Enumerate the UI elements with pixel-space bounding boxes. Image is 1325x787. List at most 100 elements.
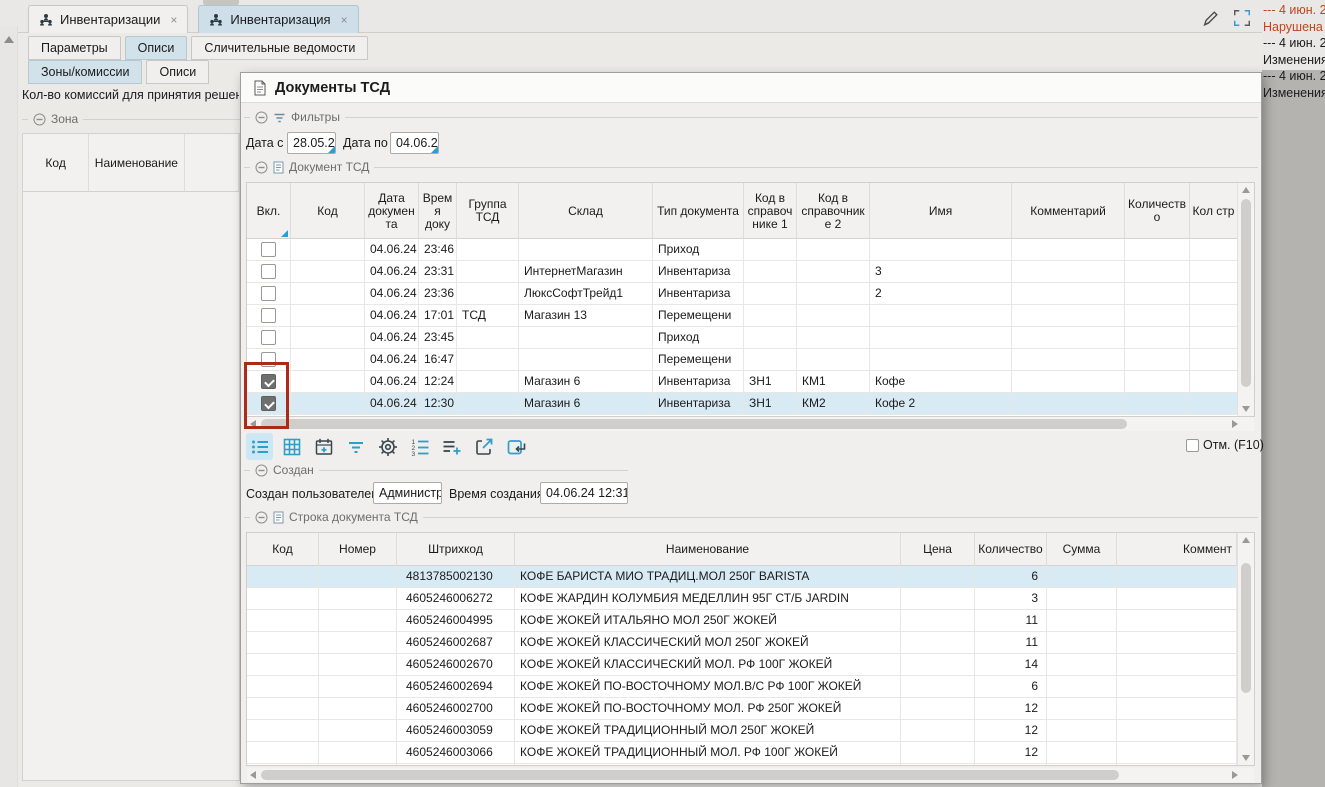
filter-icon[interactable]: [342, 433, 369, 460]
zone-table[interactable]: Код Наименование: [22, 133, 240, 781]
column-header[interactable]: Имя: [870, 183, 1012, 239]
column-header[interactable]: Время доку: [419, 183, 457, 239]
scroll-thumb[interactable]: [261, 770, 1119, 780]
row-checkbox[interactable]: [261, 330, 276, 345]
line-row[interactable]: 4605246002670КОФЕ ЖОКЕЙ КЛАССИЧЕСКИЙ МОЛ…: [247, 654, 1254, 676]
column-header[interactable]: [185, 134, 239, 191]
row-checkbox[interactable]: [261, 308, 276, 323]
sub-tab[interactable]: Описи: [125, 36, 188, 60]
lines-table[interactable]: КодНомерШтрихкодНаименованиеЦенаКоличест…: [246, 532, 1255, 766]
scroll-down-icon[interactable]: [1242, 406, 1250, 412]
scroll-up-icon[interactable]: [4, 36, 14, 43]
date-from-input[interactable]: 28.05.24: [287, 132, 336, 154]
row-checkbox[interactable]: [261, 242, 276, 257]
line-row[interactable]: 4605246006272КОФЕ ЖАРДИН КОЛУМБИЯ МЕДЕЛЛ…: [247, 588, 1254, 610]
column-header[interactable]: Наименование: [515, 533, 901, 566]
doc-row[interactable]: 04.06.2423:46Приход: [247, 239, 1254, 261]
column-header[interactable]: Код в справочнике 1: [744, 183, 797, 239]
gear-icon[interactable]: [374, 433, 401, 460]
row-checkbox[interactable]: [261, 286, 276, 301]
column-header[interactable]: Код в справочнике 2: [797, 183, 870, 239]
calendar-add-icon[interactable]: [310, 433, 337, 460]
sub-tab[interactable]: Описи: [146, 60, 209, 84]
grid-view-icon[interactable]: [278, 433, 305, 460]
list-add-icon[interactable]: [438, 433, 465, 460]
line-row[interactable]: 4605246003066КОФЕ ЖОКЕЙ ТРАДИЦИОННЫЙ МОЛ…: [247, 742, 1254, 764]
scroll-down-icon[interactable]: [1242, 755, 1250, 761]
scroll-thumb[interactable]: [261, 419, 1127, 429]
pencil-icon[interactable]: [1200, 7, 1222, 29]
column-header[interactable]: Количество: [975, 533, 1047, 566]
column-header[interactable]: Наименование: [89, 134, 184, 191]
scroll-up-icon[interactable]: [1242, 187, 1250, 193]
horizontal-scrollbar[interactable]: [247, 768, 1254, 782]
line-row[interactable]: 4605246002687КОФЕ ЖОКЕЙ КЛАССИЧЕСКИЙ МОЛ…: [247, 632, 1254, 654]
doc-row[interactable]: 04.06.2423:45Приход: [247, 327, 1254, 349]
scroll-right-icon[interactable]: [1232, 420, 1238, 428]
column-header[interactable]: Код: [291, 183, 365, 239]
expand-icon[interactable]: [1231, 7, 1253, 29]
collapse-icon[interactable]: [255, 111, 268, 124]
close-icon[interactable]: ×: [170, 13, 177, 27]
collapse-icon[interactable]: [255, 161, 268, 174]
line-row[interactable]: 4605246003059КОФЕ ЖОКЕЙ ТРАДИЦИОННЫЙ МОЛ…: [247, 720, 1254, 742]
column-header[interactable]: Кол стр: [1190, 183, 1238, 239]
sub-tab[interactable]: Зоны/комиссии: [28, 60, 142, 84]
column-header[interactable]: Комментарий: [1012, 183, 1125, 239]
line-row[interactable]: 8714599516959КОФЕ КАРТ НУАР РАСТВ 1.8Г C…: [247, 764, 1254, 766]
column-header[interactable]: Номер: [319, 533, 397, 566]
sub-tab[interactable]: Параметры: [28, 36, 121, 60]
cell: [1125, 371, 1190, 392]
horizontal-scrollbar[interactable]: [247, 417, 1254, 431]
doc-row[interactable]: 04.06.2417:01ТСДМагазин 13Перемещени: [247, 305, 1254, 327]
column-header[interactable]: Количество: [1125, 183, 1190, 239]
collapse-icon[interactable]: [33, 113, 46, 126]
left-scrollbar[interactable]: [0, 26, 18, 787]
document-tab[interactable]: Инвентаризация×: [198, 5, 358, 33]
column-header[interactable]: Группа ТСД: [457, 183, 519, 239]
column-header[interactable]: Сумма: [1047, 533, 1117, 566]
line-row[interactable]: 4605246002700КОФЕ ЖОКЕЙ ПО-ВОСТОЧНОМУ МО…: [247, 698, 1254, 720]
date-to-input[interactable]: 04.06.24: [390, 132, 439, 154]
line-row[interactable]: 4605246004995КОФЕ ЖОКЕЙ ИТАЛЬЯНО МОЛ 250…: [247, 610, 1254, 632]
column-header[interactable]: Код: [23, 134, 89, 191]
doc-row[interactable]: 04.06.2412:24Магазин 6ИнвентаризаЗН1КМ1К…: [247, 371, 1254, 393]
scroll-right-icon[interactable]: [1232, 771, 1238, 779]
line-row[interactable]: 4813785002130КОФЕ БАРИСТА МИО ТРАДИЦ.МОЛ…: [247, 566, 1254, 588]
vertical-scrollbar[interactable]: [1237, 183, 1254, 416]
marked-checkbox[interactable]: [1186, 439, 1199, 452]
open-external-icon[interactable]: [470, 433, 497, 460]
numbered-list-icon[interactable]: 123: [406, 433, 433, 460]
column-header[interactable]: Дата документа: [365, 183, 419, 239]
doc-row[interactable]: 04.06.2412:30Магазин 6ИнвентаризаЗН1КМ2К…: [247, 393, 1254, 415]
created-user-input[interactable]: Администра: [373, 482, 442, 504]
column-header[interactable]: Тип документа: [653, 183, 744, 239]
line-row[interactable]: 4605246002694КОФЕ ЖОКЕЙ ПО-ВОСТОЧНОМУ МО…: [247, 676, 1254, 698]
collapse-icon[interactable]: [255, 464, 268, 477]
list-view-icon[interactable]: [246, 433, 273, 460]
column-header[interactable]: Цена: [901, 533, 975, 566]
collapse-icon[interactable]: [255, 511, 268, 524]
doc-row[interactable]: 04.06.2416:47Перемещени: [247, 349, 1254, 371]
column-header[interactable]: Штрихкод: [397, 533, 515, 566]
row-checkbox[interactable]: [261, 264, 276, 279]
vertical-scrollbar[interactable]: [1237, 533, 1254, 765]
doc-row[interactable]: 04.06.2423:36ЛюксСофтТрейд1Инвентариза2: [247, 283, 1254, 305]
created-time-input[interactable]: 04.06.24 12:31: [540, 482, 628, 504]
document-tab[interactable]: Инвентаризации×: [28, 5, 188, 33]
reload-icon[interactable]: [502, 433, 529, 460]
sub-tab[interactable]: Сличительные ведомости: [191, 36, 368, 60]
documents-table[interactable]: Вкл.КодДата документаВремя докуГруппа ТС…: [246, 182, 1255, 417]
column-header[interactable]: Код: [247, 533, 319, 566]
scroll-thumb[interactable]: [1241, 563, 1251, 693]
cell: [1047, 764, 1117, 766]
doc-row[interactable]: 04.06.2423:31ИнтернетМагазинИнвентариза3: [247, 261, 1254, 283]
column-header[interactable]: Вкл.: [247, 183, 291, 239]
window-toolbar: [1200, 7, 1253, 29]
scroll-left-icon[interactable]: [250, 771, 256, 779]
column-header[interactable]: Коммент: [1117, 533, 1237, 566]
close-icon[interactable]: ×: [341, 13, 348, 27]
scroll-thumb[interactable]: [1241, 199, 1251, 387]
scroll-up-icon[interactable]: [1242, 537, 1250, 543]
column-header[interactable]: Склад: [519, 183, 653, 239]
